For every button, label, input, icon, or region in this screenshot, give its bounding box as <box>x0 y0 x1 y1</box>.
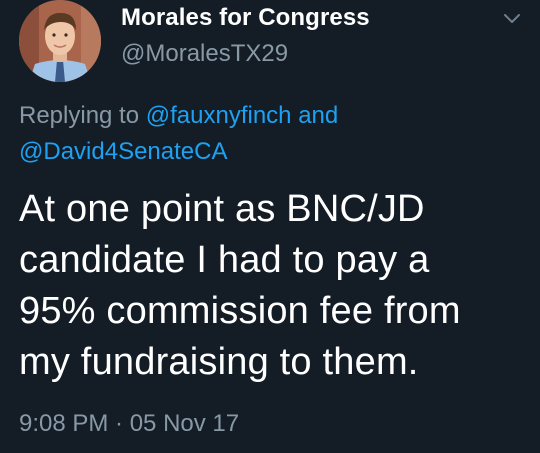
tweet-text-line: At one point as BNC/JD <box>19 188 425 230</box>
replying-to-label: Replying to <box>19 102 146 129</box>
tweet-text: At one point as BNC/JD candidate I had t… <box>19 184 534 388</box>
mention-conjunction: and <box>291 102 339 129</box>
tweet-card: Morales for Congress @MoralesTX29 Replyi… <box>0 0 540 453</box>
tweet-text-line: my fundraising to them. <box>19 341 419 383</box>
user-handle[interactable]: @MoralesTX29 <box>121 40 288 68</box>
display-name[interactable]: Morales for Congress <box>121 4 370 32</box>
tweet-text-line: 95% commission fee from <box>19 290 461 332</box>
mention-link[interactable]: @David4SenateCA <box>19 138 227 165</box>
profile-photo-icon <box>19 0 101 82</box>
avatar[interactable] <box>19 0 101 82</box>
tweet-text-line: candidate I had to pay a <box>19 239 430 281</box>
replying-to: Replying to @fauxnyfinch and @David4Sena… <box>19 98 529 170</box>
timestamp[interactable]: 9:08 PM · 05 Nov 17 <box>19 410 239 438</box>
mention-link[interactable]: @fauxnyfinch <box>146 102 292 129</box>
chevron-down-icon[interactable] <box>503 12 521 26</box>
